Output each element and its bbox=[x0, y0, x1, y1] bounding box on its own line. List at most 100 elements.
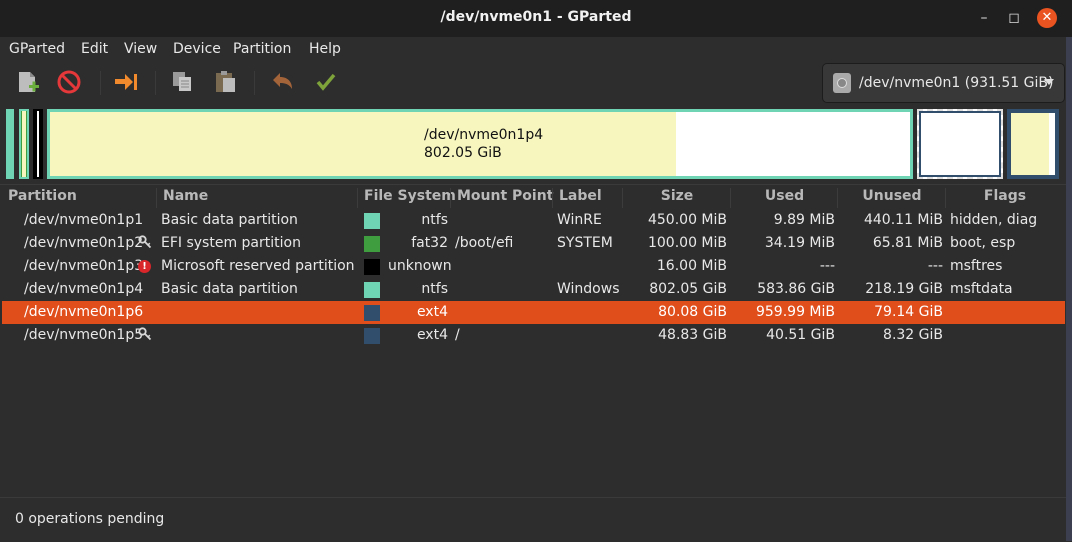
warning-icon: ! bbox=[138, 258, 151, 274]
column-header-flags[interactable]: Flags bbox=[945, 188, 1064, 210]
copy-button[interactable] bbox=[168, 67, 198, 97]
toolbar-separator bbox=[155, 71, 156, 95]
menu-gparted[interactable]: GParted bbox=[9, 41, 65, 57]
window-edge bbox=[1066, 37, 1072, 541]
device-selector-label: /dev/nvme0n1 (931.51 GiB) bbox=[859, 75, 1054, 91]
delete-partition-button[interactable] bbox=[54, 67, 84, 97]
column-header-unused[interactable]: Unused bbox=[837, 188, 946, 210]
cell-filesystem: ntfs bbox=[421, 212, 448, 228]
title-bar: /dev/nvme0n1 - GParted – ◻ ✕ bbox=[0, 0, 1072, 38]
cell-unused: 79.14 GiB bbox=[874, 304, 943, 320]
cell-used: 34.19 MiB bbox=[764, 235, 835, 251]
column-header-partition[interactable]: Partition bbox=[8, 188, 77, 210]
table-row[interactable]: /dev/nvme0n1p1 Basic data partition ntfs Wi… bbox=[2, 209, 1065, 232]
cell-flags: msftdata bbox=[950, 281, 1013, 297]
undo-button[interactable] bbox=[268, 67, 298, 97]
menu-partition[interactable]: Partition bbox=[233, 41, 291, 57]
filesystem-color-swatch bbox=[364, 236, 380, 252]
apply-button[interactable] bbox=[311, 67, 341, 97]
new-partition-button[interactable] bbox=[13, 67, 43, 97]
cell-used: 9.89 MiB bbox=[773, 212, 835, 228]
cell-used: --- bbox=[819, 258, 835, 274]
key-icon bbox=[138, 235, 152, 251]
delete-icon bbox=[57, 70, 81, 94]
copy-icon bbox=[173, 72, 191, 91]
cell-filesystem: fat32 bbox=[411, 235, 448, 251]
table-row[interactable]: /dev/nvme0n1p6 ext4 80.08 GiB 959.99 MiB 79.… bbox=[2, 301, 1065, 324]
partition-table: /dev/nvme0n1p1 Basic data partition ntfs Wi… bbox=[0, 208, 1072, 498]
menu-bar: GParted Edit View Device Partition Help bbox=[0, 37, 1072, 61]
column-header-filesystem[interactable]: File System bbox=[357, 188, 456, 210]
cell-unused: 218.19 GiB bbox=[865, 281, 943, 297]
filesystem-color-swatch bbox=[364, 259, 380, 275]
cell-partition: /dev/nvme0n1p3 bbox=[24, 258, 144, 274]
column-header-used[interactable]: Used bbox=[730, 188, 838, 210]
menu-device[interactable]: Device bbox=[173, 41, 221, 57]
undo-icon bbox=[273, 73, 292, 89]
column-header-size[interactable]: Size bbox=[622, 188, 731, 210]
disk-map-partition-p3[interactable] bbox=[33, 109, 43, 179]
column-header-mountpoint[interactable]: Mount Point bbox=[450, 188, 553, 210]
table-row[interactable]: /dev/nvme0n1p5 ext4 / 48.83 GiB 40.51 GiB 8.3… bbox=[2, 324, 1065, 347]
cell-size: 450.00 MiB bbox=[647, 212, 727, 228]
status-bar: 0 operations pending bbox=[0, 497, 1066, 542]
device-selector[interactable]: /dev/nvme0n1 (931.51 GiB) bbox=[822, 63, 1065, 103]
menu-edit[interactable]: Edit bbox=[81, 41, 108, 57]
paste-icon bbox=[216, 71, 235, 92]
filesystem-color-swatch bbox=[364, 213, 380, 229]
column-header-label[interactable]: Label bbox=[552, 188, 602, 210]
harddisk-icon bbox=[833, 73, 851, 93]
cell-mountpoint: / bbox=[455, 327, 460, 343]
partition-table-header: Partition Name File System Mount Point L… bbox=[0, 184, 1072, 210]
cell-size: 80.08 GiB bbox=[658, 304, 727, 320]
cell-label: SYSTEM bbox=[557, 235, 613, 251]
cell-mountpoint: /boot/efi bbox=[455, 235, 514, 251]
minimize-button[interactable]: – bbox=[974, 8, 994, 28]
disk-map-partition-name: /dev/nvme0n1p4 bbox=[424, 127, 544, 143]
cell-partition: /dev/nvme0n1p6 bbox=[24, 304, 144, 320]
cell-name: EFI system partition bbox=[161, 235, 301, 251]
cell-filesystem: unknown bbox=[388, 258, 452, 274]
maximize-button[interactable]: ◻ bbox=[1004, 8, 1024, 28]
filesystem-color-swatch bbox=[364, 328, 380, 344]
disk-map-partition-p1[interactable] bbox=[6, 109, 14, 179]
cell-flags: hidden, diag bbox=[950, 212, 1038, 228]
table-row[interactable]: /dev/nvme0n1p2 EFI system partition fat32 /… bbox=[2, 232, 1065, 255]
cell-used: 40.51 GiB bbox=[766, 327, 835, 343]
cell-filesystem: ext4 bbox=[416, 304, 448, 320]
new-partition-icon bbox=[19, 72, 39, 92]
cell-label: WinRE bbox=[557, 212, 602, 228]
disk-map-partition-p6[interactable] bbox=[917, 109, 1003, 179]
disk-map-partition-p4[interactable]: /dev/nvme0n1p4 802.05 GiB bbox=[47, 109, 913, 179]
cell-size: 48.83 GiB bbox=[658, 327, 727, 343]
close-button[interactable]: ✕ bbox=[1037, 8, 1057, 28]
disk-map-partition-p5[interactable] bbox=[1007, 109, 1059, 179]
cell-partition: /dev/nvme0n1p2 bbox=[24, 235, 144, 251]
cell-size: 802.05 GiB bbox=[649, 281, 727, 297]
cell-label: Windows bbox=[557, 281, 620, 297]
cell-partition: /dev/nvme0n1p1 bbox=[24, 212, 144, 228]
column-header-name[interactable]: Name bbox=[156, 188, 208, 210]
menu-view[interactable]: View bbox=[124, 41, 157, 57]
cell-name: Microsoft reserved partition bbox=[161, 258, 355, 274]
operations-pending-text: 0 operations pending bbox=[15, 511, 165, 527]
cell-filesystem: ext4 bbox=[416, 327, 448, 343]
resize-move-icon bbox=[115, 74, 137, 90]
table-row[interactable]: /dev/nvme0n1p4 Basic data partition ntfs Wi… bbox=[2, 278, 1065, 301]
cell-filesystem: ntfs bbox=[421, 281, 448, 297]
resize-move-button[interactable] bbox=[111, 67, 141, 97]
table-row[interactable]: /dev/nvme0n1p3 Microsoft reserved partiti… bbox=[2, 255, 1065, 278]
disk-map-partition-size: 802.05 GiB bbox=[424, 145, 502, 161]
cell-partition: /dev/nvme0n1p4 bbox=[24, 281, 144, 297]
cell-name: Basic data partition bbox=[161, 212, 298, 228]
used-space-fill bbox=[50, 112, 676, 176]
cell-unused: --- bbox=[927, 258, 943, 274]
disk-map: /dev/nvme0n1p4 802.05 GiB bbox=[0, 106, 1072, 182]
key-icon bbox=[138, 327, 152, 343]
menu-help[interactable]: Help bbox=[309, 41, 341, 57]
paste-button[interactable] bbox=[211, 67, 241, 97]
cell-unused: 440.11 MiB bbox=[863, 212, 943, 228]
cell-unused: 65.81 MiB bbox=[872, 235, 943, 251]
cell-flags: msftres bbox=[950, 258, 1003, 274]
disk-map-partition-p2[interactable] bbox=[19, 109, 29, 179]
